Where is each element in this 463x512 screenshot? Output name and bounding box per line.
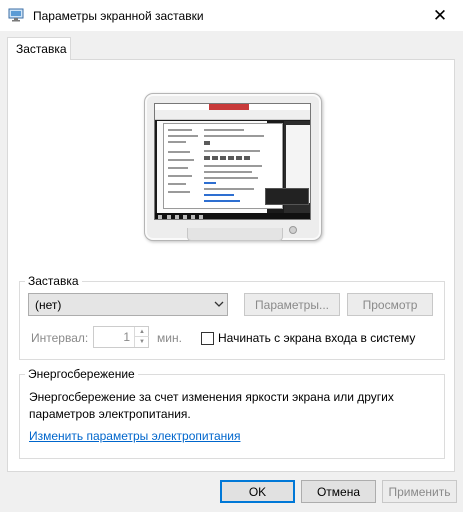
apply-button[interactable]: Применить bbox=[382, 480, 457, 503]
interval-unit: мин. bbox=[157, 331, 182, 345]
title-bar: Параметры экранной заставки ✕ bbox=[0, 0, 463, 31]
monitor-power-led bbox=[289, 226, 297, 234]
screensaver-select[interactable]: (нет) bbox=[28, 293, 228, 316]
screensaver-selected-value: (нет) bbox=[35, 298, 62, 312]
power-settings-link[interactable]: Изменить параметры электропитания bbox=[29, 429, 240, 443]
chevron-down-icon bbox=[214, 301, 224, 307]
logon-screen-checkbox[interactable] bbox=[201, 332, 214, 345]
preview-ribbon bbox=[155, 110, 310, 120]
preview-button[interactable]: Просмотр bbox=[347, 293, 433, 316]
preview-taskbar bbox=[155, 213, 310, 219]
stepper-up-icon[interactable]: ▲ bbox=[135, 327, 149, 337]
close-button[interactable]: ✕ bbox=[417, 0, 463, 31]
interval-value: 1 bbox=[123, 330, 130, 344]
monitor-stand bbox=[187, 228, 283, 241]
ok-button[interactable]: OK bbox=[220, 480, 295, 503]
parameters-button[interactable]: Параметры... bbox=[244, 293, 340, 316]
window-title: Параметры экранной заставки bbox=[33, 9, 204, 23]
stepper-buttons: ▲ ▼ bbox=[134, 327, 149, 347]
tab-screensaver[interactable]: Заставка bbox=[7, 37, 71, 60]
close-icon: ✕ bbox=[432, 5, 448, 25]
tab-label: Заставка bbox=[16, 42, 67, 56]
display-settings-icon bbox=[8, 8, 24, 22]
preview-notification bbox=[265, 188, 309, 205]
interval-label: Интервал: bbox=[31, 331, 89, 345]
stepper-down-icon[interactable]: ▼ bbox=[135, 337, 149, 347]
cancel-button[interactable]: Отмена bbox=[301, 480, 376, 503]
logon-screen-checkbox-label[interactable]: Начинать с экрана входа в систему bbox=[218, 331, 415, 345]
energy-description: Энергосбережение за счет изменения яркос… bbox=[29, 390, 394, 421]
interval-stepper[interactable]: 1 ▲ ▼ bbox=[93, 326, 149, 348]
energy-group-caption: Энергосбережение bbox=[25, 367, 138, 381]
screensaver-group-caption: Заставка bbox=[25, 274, 82, 288]
preview-screen bbox=[154, 103, 311, 220]
